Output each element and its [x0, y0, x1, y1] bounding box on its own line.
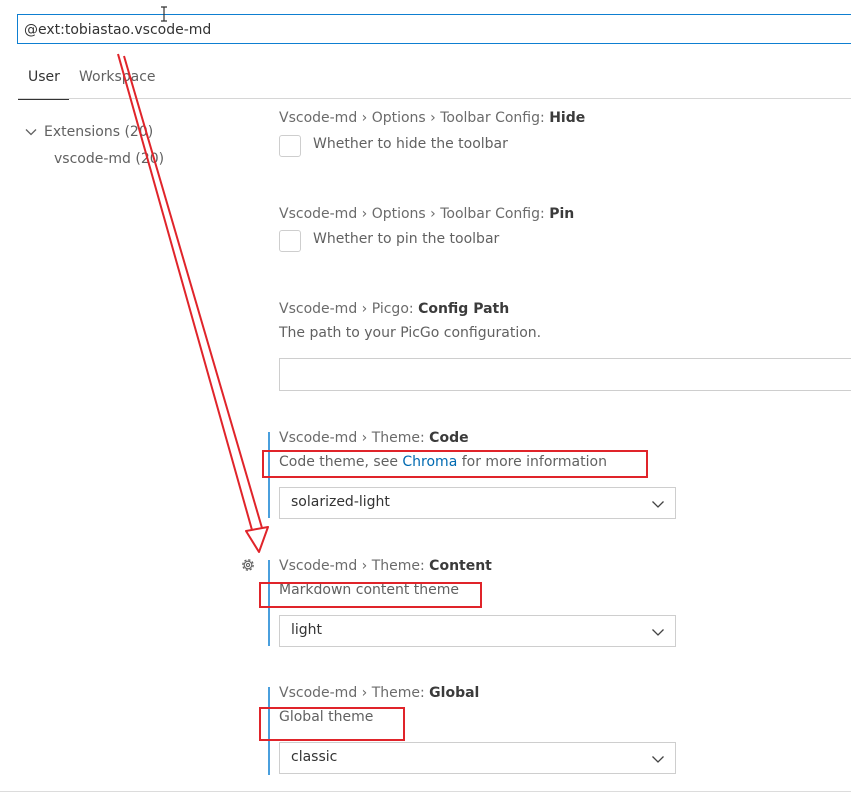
toc-vscode-md-label: vscode-md (20)	[54, 151, 165, 167]
settings-scope-tabs: User Workspace	[18, 66, 851, 100]
selected-value: solarized-light	[291, 494, 390, 510]
text-cursor-icon	[161, 6, 167, 22]
setting-title: Vscode-md › Options › Toolbar Config: Hi…	[279, 110, 586, 126]
theme-content-select[interactable]: light	[279, 615, 676, 647]
search-input[interactable]: @ext:tobiastao.vscode-md	[24, 15, 211, 43]
search-box[interactable]: @ext:tobiastao.vscode-md	[17, 14, 851, 44]
theme-global-select[interactable]: classic	[279, 742, 676, 774]
chevron-down-icon	[652, 501, 664, 508]
setting-toolbar-pin: Vscode-md › Options › Toolbar Config: Pi…	[279, 206, 574, 222]
tab-workspace[interactable]: Workspace	[79, 69, 156, 85]
setting-title: Vscode-md › Theme: Code	[279, 430, 469, 446]
chevron-down-icon	[25, 129, 37, 136]
setting-description: Whether to hide the toolbar	[313, 136, 508, 152]
setting-title: Vscode-md › Theme: Global	[279, 685, 480, 701]
setting-picgo-config-path: Vscode-md › Picgo: Config Path The path …	[279, 301, 541, 341]
divider	[0, 791, 851, 792]
annotation-box	[262, 450, 648, 478]
setting-title: Vscode-md › Options › Toolbar Config: Pi…	[279, 206, 575, 222]
hide-toolbar-checkbox[interactable]	[279, 135, 301, 157]
toc-vscode-md[interactable]: vscode-md (20)	[54, 151, 164, 167]
gear-icon[interactable]	[239, 556, 257, 574]
chevron-down-icon	[652, 756, 664, 763]
picgo-config-path-input[interactable]	[279, 358, 851, 391]
selected-value: classic	[291, 749, 338, 765]
setting-title: Vscode-md › Theme: Content	[279, 558, 492, 574]
selected-value: light	[291, 622, 323, 638]
setting-toolbar-hide: Vscode-md › Options › Toolbar Config: Hi…	[279, 110, 585, 126]
theme-code-select[interactable]: solarized-light	[279, 487, 676, 519]
chevron-down-icon	[652, 629, 664, 636]
toc-extensions-label: Extensions (20)	[44, 124, 154, 140]
tab-user[interactable]: User	[18, 69, 69, 100]
setting-description: Whether to pin the toolbar	[313, 231, 500, 247]
setting-description: The path to your PicGo configuration.	[279, 325, 542, 341]
annotation-box	[259, 582, 482, 608]
pin-toolbar-checkbox[interactable]	[279, 230, 301, 252]
setting-title: Vscode-md › Picgo: Config Path	[279, 301, 510, 317]
annotation-box	[259, 707, 405, 741]
